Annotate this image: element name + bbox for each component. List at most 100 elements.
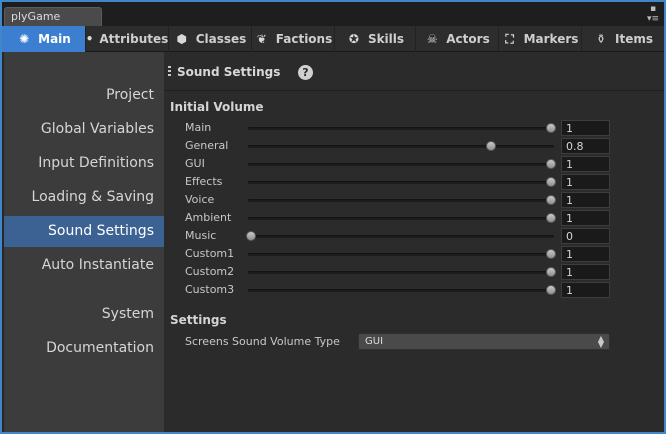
volume-value-field[interactable]: 1 bbox=[561, 264, 610, 280]
slider-track[interactable] bbox=[248, 271, 554, 274]
volume-row-music: Music 0 bbox=[164, 228, 664, 246]
volume-value-field[interactable]: 1 bbox=[561, 210, 610, 226]
slider-label: Voice bbox=[185, 193, 215, 206]
bullet-icon: • bbox=[85, 32, 94, 46]
editor-window: plyGame ▪ ▾≡ ✺ Main • Attributes ⬢ Classes ❦ Fa… bbox=[2, 2, 664, 432]
slider-label: General bbox=[185, 139, 229, 152]
sidebar-item-system[interactable]: System bbox=[4, 299, 164, 330]
slider-track[interactable] bbox=[248, 289, 554, 292]
grip-icon bbox=[168, 66, 171, 77]
volume-value-field[interactable]: 0.8 bbox=[561, 138, 610, 154]
volume-row-effects: Effects 1 bbox=[164, 174, 664, 192]
sidebar-item-input-definitions[interactable]: Input Definitions bbox=[4, 148, 164, 179]
volume-value-field[interactable]: 1 bbox=[561, 192, 610, 208]
slider-label: Main bbox=[185, 121, 212, 134]
sidebar-item-project[interactable]: Project bbox=[4, 80, 164, 111]
maximize-icon[interactable]: ▪ bbox=[646, 4, 660, 14]
tab-label: Attributes bbox=[99, 32, 169, 46]
slider-track[interactable] bbox=[248, 253, 554, 256]
slider-label: Custom1 bbox=[185, 247, 235, 260]
slider-thumb[interactable] bbox=[546, 249, 556, 259]
marker-icon: ⛶ bbox=[505, 31, 514, 46]
volume-row-ambient: Ambient 1 bbox=[164, 210, 664, 228]
slider-label: Effects bbox=[185, 175, 223, 188]
sidebar-item-documentation[interactable]: Documentation bbox=[4, 333, 164, 364]
tab-factions[interactable]: ❦ Factions bbox=[251, 26, 334, 52]
sidebar-item-auto-instantiate[interactable]: Auto Instantiate bbox=[4, 250, 164, 281]
tab-items[interactable]: ⚱ Items bbox=[581, 26, 664, 52]
select-value: GUI bbox=[365, 336, 384, 347]
tab-label: Skills bbox=[367, 32, 405, 46]
volume-row-voice: Voice 1 bbox=[164, 192, 664, 210]
initial-volume-heading: Initial Volume bbox=[170, 100, 264, 114]
sidebar: Project Global Variables Input Definitions… bbox=[4, 52, 164, 432]
slider-label: Ambient bbox=[185, 211, 232, 224]
tab-label: Items bbox=[615, 32, 653, 46]
slider-track[interactable] bbox=[248, 217, 554, 220]
slider-thumb[interactable] bbox=[486, 141, 496, 151]
slider-thumb[interactable] bbox=[546, 213, 556, 223]
skull-icon: ☠ bbox=[426, 32, 438, 46]
slider-thumb[interactable] bbox=[246, 231, 256, 241]
toolbar: ✺ Main • Attributes ⬢ Classes ❦ Factions ✪ Skills… bbox=[2, 26, 664, 52]
screens-volume-label: Screens Sound Volume Type bbox=[185, 335, 340, 348]
volume-row-custom1: Custom1 1 bbox=[164, 246, 664, 264]
slider-track[interactable] bbox=[248, 181, 554, 184]
tab-skills[interactable]: ✪ Skills bbox=[334, 26, 415, 52]
volume-value-field[interactable]: 1 bbox=[561, 174, 610, 190]
tab-label: Markers bbox=[523, 32, 579, 46]
menu-icon[interactable]: ▾≡ bbox=[646, 14, 660, 24]
help-icon[interactable]: ? bbox=[298, 65, 313, 80]
slider-thumb[interactable] bbox=[546, 177, 556, 187]
tab-label: Actors bbox=[446, 32, 490, 46]
divider bbox=[164, 90, 664, 91]
main-panel: Sound Settings ? Initial Volume Main 1 Gen… bbox=[164, 52, 664, 432]
slider-label: Custom3 bbox=[185, 283, 235, 296]
sidebar-item-global-variables[interactable]: Global Variables bbox=[4, 114, 164, 145]
volume-row-custom2: Custom2 1 bbox=[164, 264, 664, 282]
tab-attributes[interactable]: • Attributes bbox=[85, 26, 168, 52]
window-tab[interactable]: plyGame bbox=[4, 7, 102, 26]
volume-row-custom3: Custom3 1 bbox=[164, 282, 664, 300]
volume-value-field[interactable]: 1 bbox=[561, 282, 610, 298]
window-controls[interactable]: ▪ ▾≡ bbox=[646, 4, 660, 24]
volume-value-field[interactable]: 1 bbox=[561, 246, 610, 262]
screens-volume-select[interactable]: GUI ▲ ▼ bbox=[358, 333, 610, 350]
tab-label: Main bbox=[38, 32, 71, 46]
wings-icon: ❦ bbox=[256, 32, 267, 46]
slider-track[interactable] bbox=[248, 199, 554, 202]
tab-classes[interactable]: ⬢ Classes bbox=[168, 26, 251, 52]
tab-actors[interactable]: ☠ Actors bbox=[415, 26, 498, 52]
sidebar-item-loading-saving[interactable]: Loading & Saving bbox=[4, 182, 164, 213]
skill-icon: ✪ bbox=[348, 32, 359, 46]
slider-track[interactable] bbox=[248, 127, 554, 130]
volume-value-field[interactable]: 1 bbox=[561, 156, 610, 172]
tab-markers[interactable]: ⛶ Markers bbox=[498, 26, 581, 52]
slider-thumb[interactable] bbox=[546, 285, 556, 295]
section-title: Sound Settings bbox=[177, 65, 281, 79]
potion-icon: ⚱ bbox=[595, 32, 607, 46]
slider-track[interactable] bbox=[248, 163, 554, 166]
class-icon: ⬢ bbox=[176, 32, 187, 46]
slider-label: Music bbox=[185, 229, 217, 242]
slider-track[interactable] bbox=[248, 235, 554, 238]
tab-label: Factions bbox=[275, 32, 333, 46]
volume-row-general: General 0.8 bbox=[164, 138, 664, 156]
volume-value-field[interactable]: 1 bbox=[561, 120, 610, 136]
volume-value-field[interactable]: 0 bbox=[561, 228, 610, 244]
updown-icon: ▲ ▼ bbox=[597, 334, 604, 349]
volume-row-main: Main 1 bbox=[164, 120, 664, 138]
gear-icon: ✺ bbox=[19, 32, 30, 46]
slider-track[interactable] bbox=[248, 145, 554, 148]
sidebar-item-sound-settings[interactable]: Sound Settings bbox=[4, 216, 164, 247]
slider-thumb[interactable] bbox=[546, 267, 556, 277]
tab-label: Classes bbox=[195, 32, 247, 46]
slider-label: GUI bbox=[185, 157, 205, 170]
tab-main[interactable]: ✺ Main bbox=[2, 26, 85, 52]
slider-thumb[interactable] bbox=[546, 159, 556, 169]
slider-thumb[interactable] bbox=[546, 195, 556, 205]
volume-row-gui: GUI 1 bbox=[164, 156, 664, 174]
title-bar: plyGame ▪ ▾≡ bbox=[2, 2, 664, 26]
section-header: Sound Settings bbox=[168, 65, 280, 79]
slider-thumb[interactable] bbox=[546, 123, 556, 133]
